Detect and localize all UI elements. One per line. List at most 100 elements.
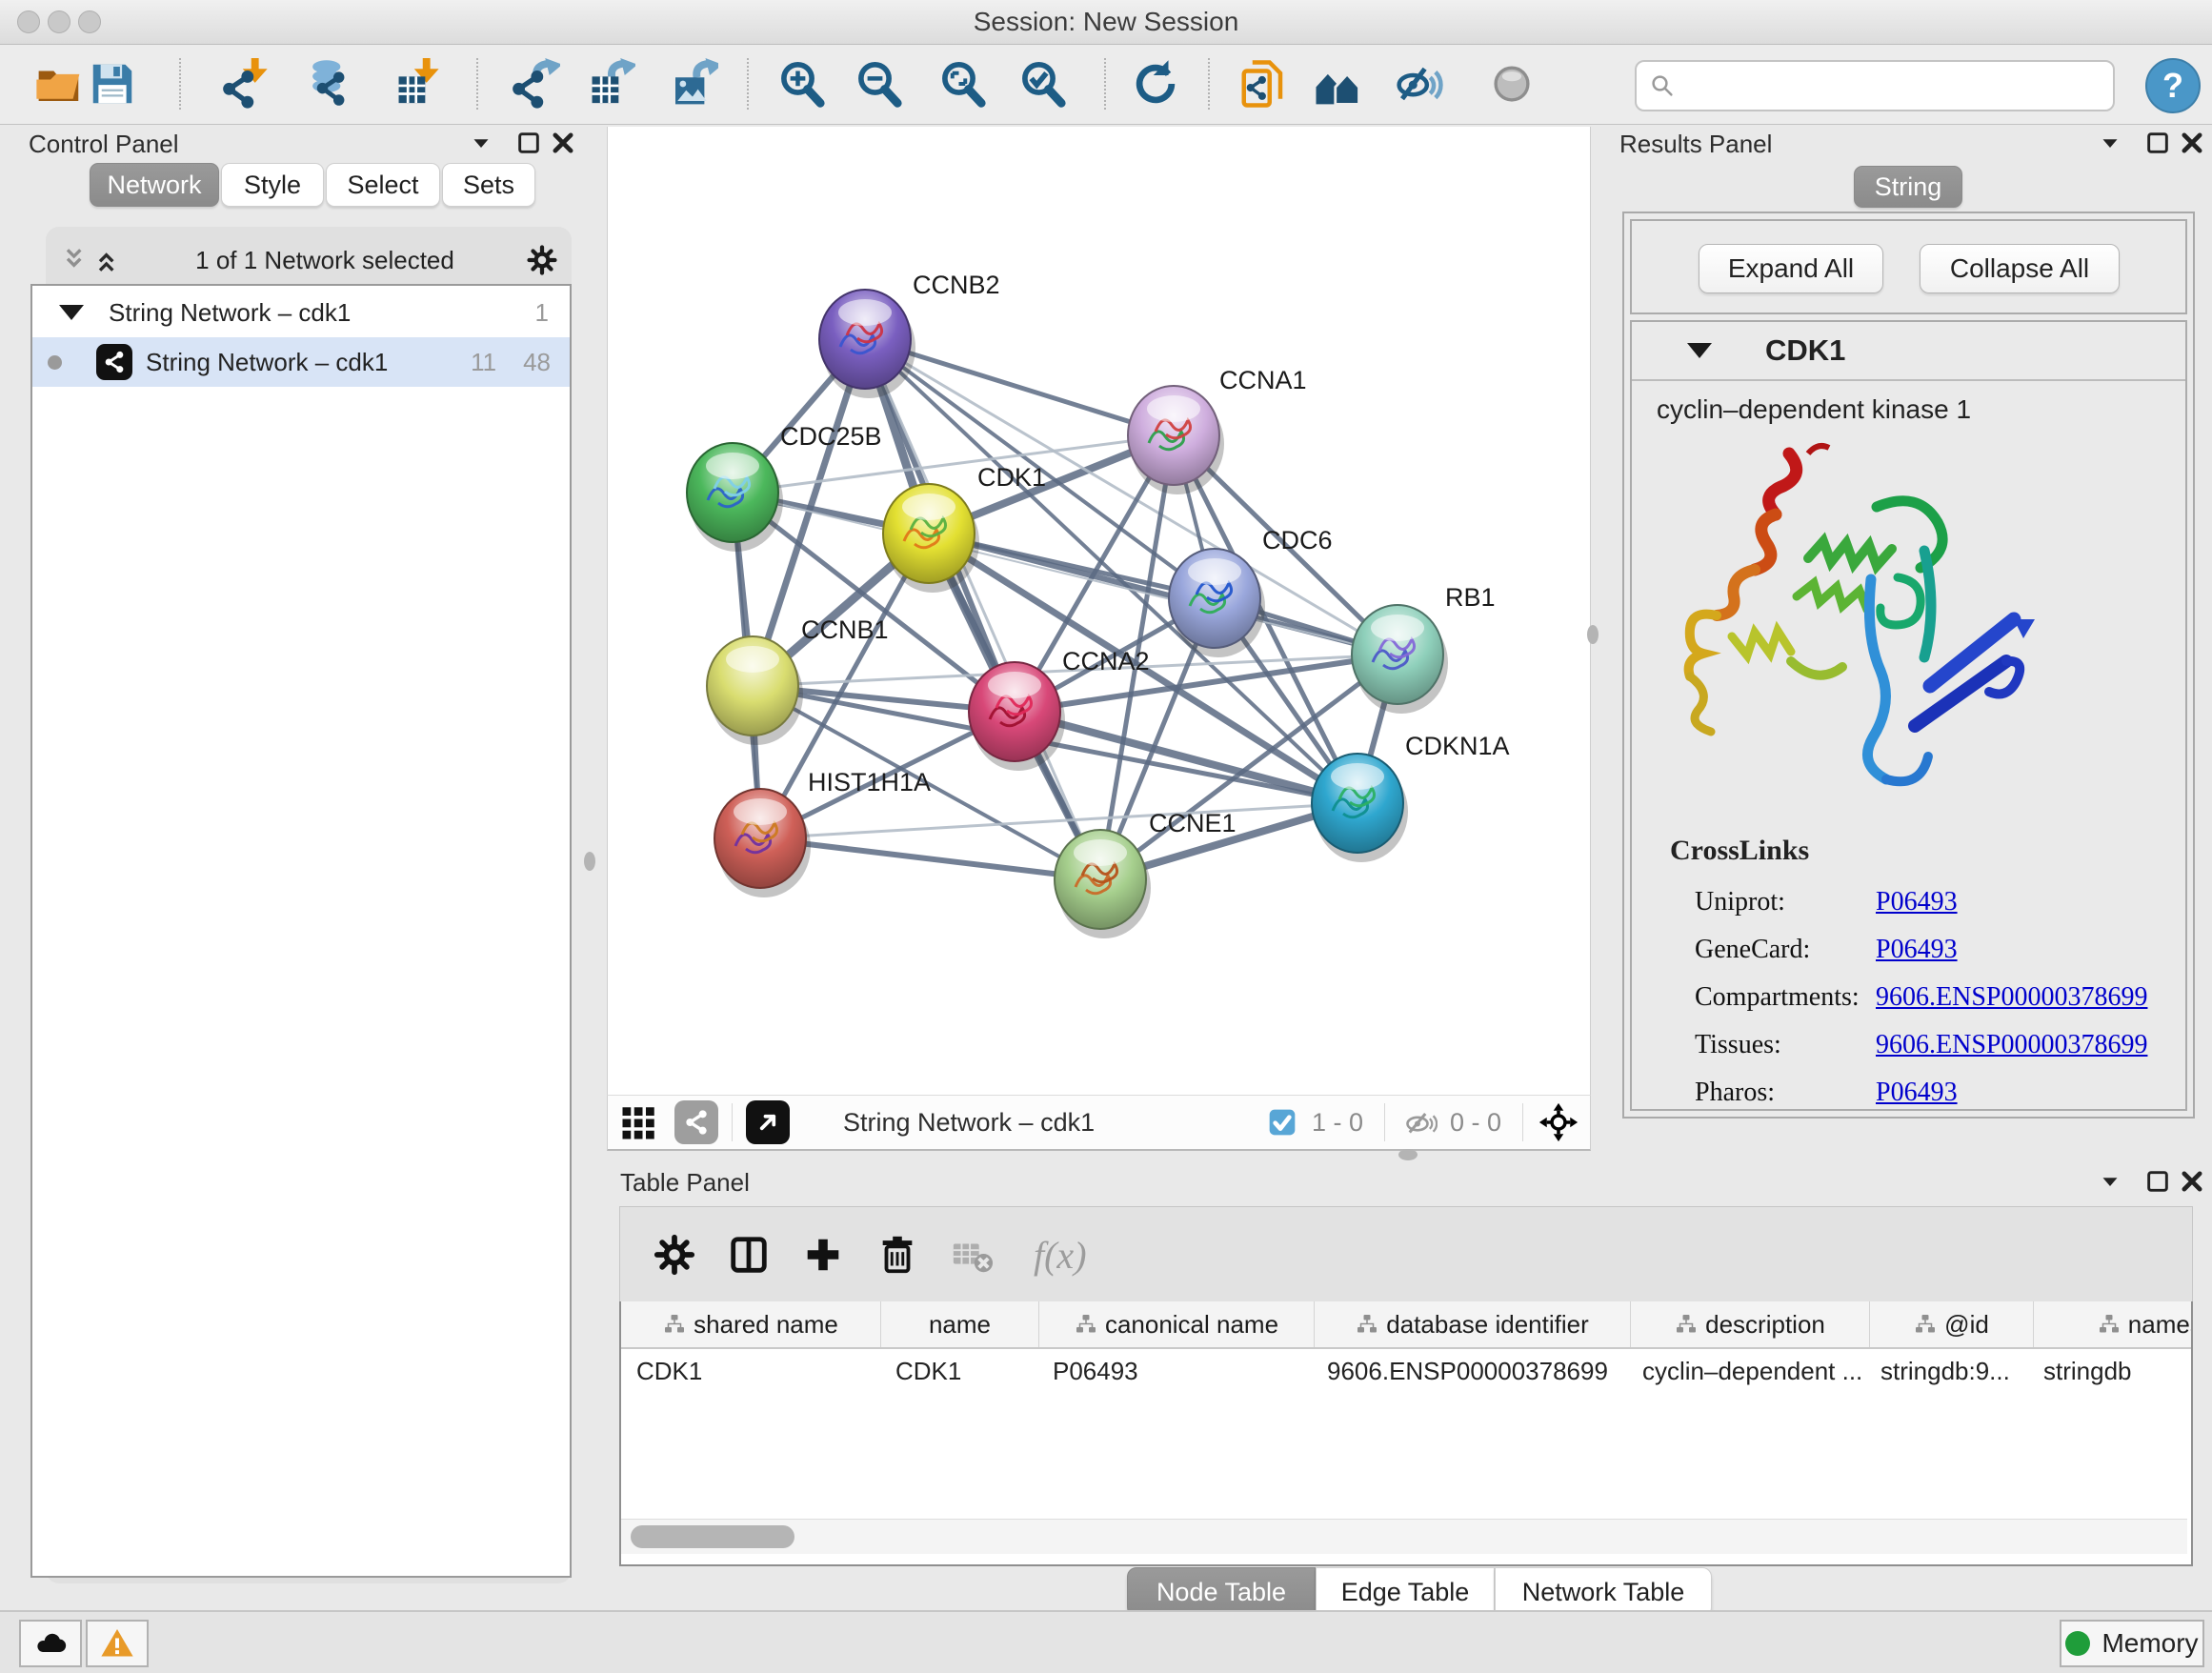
warnings-button[interactable] [86, 1620, 149, 1667]
column-header-@id[interactable]: @id [1870, 1301, 2034, 1347]
table-panel-close-icon[interactable] [2176, 1165, 2208, 1198]
node-CCNE1[interactable]: CCNE1 [1055, 809, 1237, 938]
zoom-fit-icon[interactable] [935, 56, 991, 111]
scrollbar-thumb[interactable] [631, 1525, 794, 1548]
left-splitter-handle[interactable] [584, 852, 595, 871]
hide-graphics-icon[interactable] [1392, 56, 1447, 111]
delete-column-trash-icon[interactable] [860, 1221, 935, 1288]
show-columns-icon[interactable] [712, 1221, 786, 1288]
node-count: 11 [471, 348, 496, 377]
crosslink-row: Pharos:P06493 [1695, 1069, 2171, 1117]
bottom-splitter-handle[interactable] [1398, 1149, 1418, 1160]
table-cell[interactable]: P06493 [1037, 1349, 1312, 1393]
table-panel-float-icon[interactable] [2142, 1165, 2174, 1198]
crosslink-link[interactable]: P06493 [1876, 887, 1958, 917]
tab-network[interactable]: Network [90, 163, 219, 207]
column-header-namespace[interactable]: namespace [2034, 1301, 2193, 1347]
node-result-header[interactable]: CDK1 [1632, 322, 2185, 381]
hidden-eye-icon[interactable] [1398, 1100, 1442, 1144]
expand-all-networks-icon[interactable] [91, 244, 124, 276]
column-header-canonical-name[interactable]: canonical name [1039, 1301, 1315, 1347]
table-panel-menu-icon[interactable] [2094, 1165, 2126, 1198]
search-box[interactable] [1635, 60, 2115, 111]
network-view-canvas[interactable]: CCNB2CCNA1CDC25BCDK1CDC6RB1CCNB1CCNA2CDK… [607, 127, 1591, 1095]
import-table-icon[interactable] [389, 56, 444, 111]
add-column-icon[interactable] [786, 1221, 860, 1288]
cloud-button[interactable] [19, 1620, 82, 1667]
network-tree-root-row[interactable]: String Network – cdk1 1 [32, 288, 570, 337]
import-network-icon[interactable] [217, 56, 272, 111]
network-tree-child-row[interactable]: String Network – cdk1 11 48 [32, 337, 570, 387]
crosslink-link[interactable]: 9606.ENSP00000378699 [1876, 1030, 2147, 1060]
crosslink-link[interactable]: 9606.ENSP00000378699 [1876, 982, 2147, 1013]
tab-string[interactable]: String [1854, 166, 1962, 208]
copy-network-icon[interactable] [1236, 56, 1291, 111]
table-cell[interactable]: stringdb:9... [1865, 1349, 2028, 1393]
graphics-details-icon[interactable] [1484, 56, 1539, 111]
edge-CCNE1-HIST1H1A[interactable] [760, 838, 1100, 879]
node-label-CCNA1: CCNA1 [1219, 366, 1307, 394]
edge-CCNB2-CCNE1[interactable] [865, 339, 1100, 879]
table-row[interactable]: CDK1CDK1P064939606.ENSP00000378699cyclin… [621, 1349, 2191, 1393]
tab-select[interactable]: Select [326, 163, 440, 207]
control-panel-close-icon[interactable] [547, 127, 579, 159]
fit-content-crosshair-icon[interactable] [1537, 1100, 1580, 1144]
zoom-selected-icon[interactable] [1016, 56, 1071, 111]
birdseye-grid-icon[interactable] [617, 1100, 661, 1144]
zoom-in-icon[interactable] [774, 56, 830, 111]
collapse-entry-triangle-icon[interactable] [1687, 343, 1712, 358]
tab-sets[interactable]: Sets [442, 163, 535, 207]
zoom-out-icon[interactable] [852, 56, 907, 111]
node-HIST1H1A[interactable]: HIST1H1A [714, 768, 931, 897]
function-builder-button[interactable]: f(x) [1034, 1233, 1087, 1278]
import-database-icon[interactable] [301, 56, 356, 111]
help-button[interactable]: ? [2145, 58, 2201, 113]
results-panel-float-icon[interactable] [2142, 127, 2174, 159]
protein-structure-image [1675, 436, 2037, 808]
control-panel-menu-icon[interactable] [465, 127, 497, 159]
node-CDK1[interactable]: CDK1 [883, 463, 1046, 593]
export-image-icon[interactable] [665, 56, 720, 111]
string-share-button-icon[interactable] [674, 1100, 718, 1144]
node-CDC6[interactable]: CDC6 [1169, 526, 1333, 657]
selected-checkbox-icon[interactable] [1260, 1100, 1304, 1144]
crosslink-link[interactable]: P06493 [1876, 1078, 1958, 1108]
tab-style[interactable]: Style [221, 163, 324, 207]
results-panel-menu-icon[interactable] [2094, 127, 2126, 159]
network-options-gear-icon[interactable] [526, 244, 558, 276]
table-settings-gear-icon[interactable] [637, 1221, 712, 1288]
table-cell[interactable]: stringdb [2028, 1349, 2193, 1393]
memory-button[interactable]: Memory [2060, 1620, 2204, 1667]
table-horizontal-scrollbar[interactable] [621, 1519, 2187, 1554]
right-splitter-handle[interactable] [1587, 625, 1599, 644]
layout-refresh-icon[interactable] [1128, 56, 1183, 111]
node-RB1[interactable]: RB1 [1352, 583, 1496, 714]
crosslink-link[interactable]: P06493 [1876, 935, 1958, 965]
export-table-icon[interactable] [582, 56, 637, 111]
open-session-icon[interactable] [31, 56, 87, 111]
table-cell[interactable]: 9606.ENSP00000378699 [1312, 1349, 1627, 1393]
export-network-icon[interactable] [507, 56, 562, 111]
open-renderer-icon[interactable] [746, 1100, 790, 1144]
column-header-shared-name[interactable]: shared name [621, 1301, 881, 1347]
collapse-all-button[interactable]: Collapse All [1920, 244, 2120, 293]
table-cell[interactable]: CDK1 [880, 1349, 1037, 1393]
column-header-name[interactable]: name [881, 1301, 1039, 1347]
column-header-database-identifier[interactable]: database identifier [1315, 1301, 1631, 1347]
edge-count: 48 [523, 348, 551, 377]
node-CDKN1A[interactable]: CDKN1A [1312, 732, 1510, 862]
collapse-triangle-icon[interactable] [59, 305, 84, 320]
collapse-all-networks-icon[interactable] [59, 244, 91, 276]
delete-table-icon[interactable] [935, 1221, 1009, 1288]
node-label-HIST1H1A: HIST1H1A [808, 768, 931, 796]
node-label-CCNE1: CCNE1 [1149, 809, 1237, 837]
control-panel-float-icon[interactable] [513, 127, 545, 159]
table-cell[interactable]: cyclin–dependent ... [1627, 1349, 1865, 1393]
column-header-description[interactable]: description [1631, 1301, 1870, 1347]
save-session-icon[interactable] [85, 56, 140, 111]
results-panel-close-icon[interactable] [2176, 127, 2208, 159]
search-input[interactable] [1677, 66, 2113, 106]
table-cell[interactable]: CDK1 [621, 1349, 880, 1393]
first-neighbors-icon[interactable] [1310, 56, 1365, 111]
expand-all-button[interactable]: Expand All [1699, 244, 1883, 293]
